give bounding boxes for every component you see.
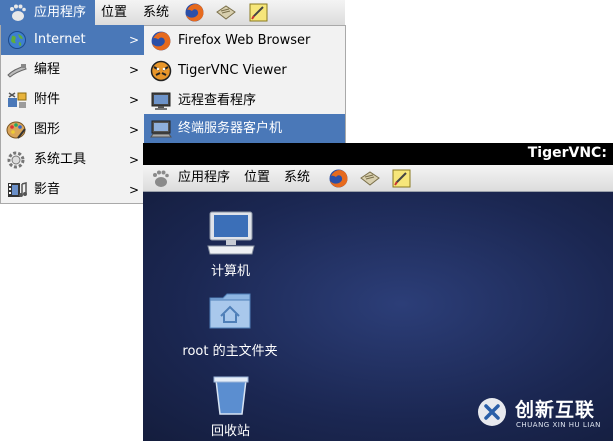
menu-item-graphics[interactable]: 图形 >	[1, 115, 145, 145]
submenu-item-label: 终端服务器客户机	[178, 121, 283, 136]
menu-item-internet[interactable]: Internet >	[1, 25, 145, 55]
system-label: 系统	[284, 170, 311, 185]
desktop-icon-label: root 的主文件夹	[182, 344, 278, 359]
menu-item-label: Internet	[34, 32, 86, 47]
submenu-item-label: TigerVNC Viewer	[178, 63, 287, 78]
applications-menu-button[interactable]: 应用程序	[0, 0, 95, 25]
submenu-item-tigervnc[interactable]: TigerVNC Viewer	[144, 56, 345, 86]
tigervnc-window: TigerVNC: I 应用程序 位置 系统 计算机 root 的主文件夹 回收…	[143, 143, 613, 441]
menu-item-label: 附件	[34, 92, 61, 107]
window-title: TigerVNC: I	[527, 145, 613, 161]
menu-item-accessories[interactable]: 附件 >	[1, 85, 145, 115]
chevron-right-icon: >	[128, 93, 139, 107]
remote-system-menu-button[interactable]: 系统	[284, 165, 310, 191]
remote-top-panel: 应用程序 位置 系统	[143, 165, 613, 192]
programming-icon	[7, 64, 27, 78]
remote-viewer-icon	[151, 92, 171, 110]
menu-item-system-tools[interactable]: 系统工具 >	[1, 145, 145, 175]
watermark-logo: 创新互联 CHUANG XIN HU LIAN	[476, 392, 613, 437]
places-menu-button[interactable]: 位置	[101, 0, 127, 25]
desktop-icon-label: 计算机	[210, 264, 250, 279]
chevron-right-icon: >	[128, 63, 139, 77]
firefox-launcher-icon[interactable]	[328, 168, 349, 189]
system-tools-icon	[7, 151, 25, 169]
menu-item-label: 编程	[34, 62, 61, 77]
tigervnc-icon	[150, 60, 172, 82]
menu-item-programming[interactable]: 编程 >	[1, 55, 145, 85]
applications-menu: Internet > 编程 > 附件 > 图形 > 系统工具 > 影音 >	[0, 25, 146, 204]
gnome-foot-icon	[10, 4, 26, 21]
mail-launcher-icon[interactable]	[215, 2, 237, 23]
brand-logo-icon	[478, 398, 506, 426]
menu-item-label: 系统工具	[34, 152, 87, 167]
watermark-brand: 创新互联	[515, 399, 596, 421]
top-panel: 应用程序 位置 系统	[0, 0, 345, 26]
places-label: 位置	[244, 170, 271, 185]
chevron-right-icon: >	[128, 33, 139, 47]
desktop-icon-label: 回收站	[210, 424, 250, 439]
menu-item-media[interactable]: 影音 >	[1, 175, 145, 205]
chevron-right-icon: >	[128, 123, 139, 137]
places-label: 位置	[101, 5, 128, 20]
firefox-icon	[151, 31, 171, 51]
internet-submenu: Firefox Web Browser TigerVNC Viewer 远程查看…	[144, 25, 346, 145]
terminal-server-icon	[150, 120, 172, 138]
menu-item-label: 影音	[34, 182, 61, 197]
submenu-item-terminal-server-client[interactable]: 终端服务器客户机	[144, 114, 345, 144]
chevron-right-icon: >	[128, 153, 139, 167]
home-folder-icon	[209, 293, 251, 329]
submenu-item-remote-viewer[interactable]: 远程查看程序	[144, 86, 345, 116]
globe-icon	[8, 31, 26, 49]
menu-item-label: 图形	[34, 122, 61, 137]
mail-launcher-icon[interactable]	[359, 168, 381, 189]
remote-desktop: 计算机 root 的主文件夹 回收站 创新互联 CHUANG XIN HU LI…	[143, 192, 613, 441]
submenu-item-firefox[interactable]: Firefox Web Browser	[144, 26, 345, 56]
window-titlebar[interactable]: TigerVNC: I	[143, 143, 613, 165]
accessories-icon	[8, 92, 27, 108]
applications-label: 应用程序	[178, 170, 231, 185]
applications-label: 应用程序	[34, 5, 87, 20]
notes-launcher-icon[interactable]	[391, 168, 412, 189]
gnome-foot-icon[interactable]	[150, 169, 170, 188]
trash-icon	[213, 376, 249, 415]
remote-applications-menu-button[interactable]: 应用程序	[178, 165, 230, 191]
desktop-icon-home-folder[interactable]: root 的主文件夹	[170, 290, 290, 360]
remote-places-menu-button[interactable]: 位置	[244, 165, 270, 191]
notes-launcher-icon[interactable]	[248, 2, 269, 23]
system-menu-button[interactable]: 系统	[143, 0, 169, 25]
system-label: 系统	[143, 5, 170, 20]
media-icon	[8, 182, 27, 197]
computer-icon	[207, 211, 255, 255]
submenu-item-label: 远程查看程序	[178, 93, 257, 108]
desktop-icon-computer[interactable]: 计算机	[193, 210, 268, 280]
desktop-icon-trash[interactable]: 回收站	[193, 372, 268, 440]
chevron-right-icon: >	[128, 183, 139, 197]
watermark-subtitle: CHUANG XIN HU LIAN	[516, 421, 601, 429]
graphics-icon	[6, 121, 26, 139]
submenu-item-label: Firefox Web Browser	[178, 33, 311, 48]
firefox-launcher-icon[interactable]	[184, 2, 205, 23]
